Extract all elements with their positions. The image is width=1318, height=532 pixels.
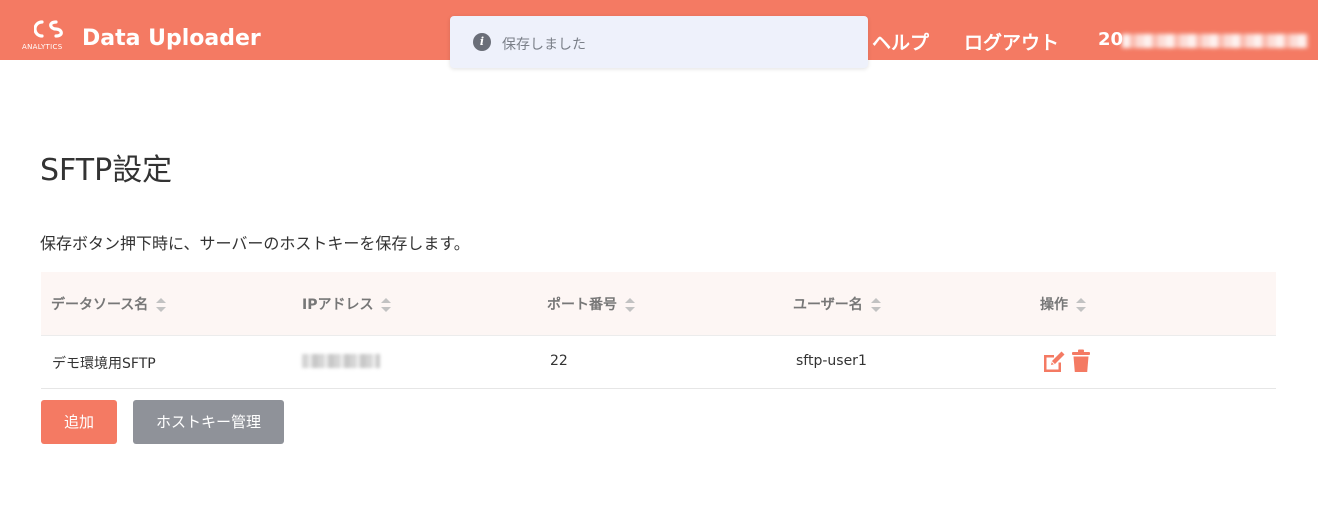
- column-header-datasource[interactable]: データソース名: [51, 294, 167, 314]
- user-account-name: 20: [1098, 29, 1124, 50]
- info-icon: i: [473, 33, 491, 51]
- host-key-management-button[interactable]: ホストキー管理: [133, 400, 284, 444]
- page-title: SFTP設定: [40, 153, 173, 188]
- nav-logout-link[interactable]: ログアウト: [964, 28, 1059, 55]
- analytics-logo-icon: [34, 20, 63, 38]
- edit-icon[interactable]: [1041, 349, 1065, 373]
- column-header-label: ポート番号: [547, 297, 617, 313]
- table-header: データソース名 IPアドレス ポート番号 ユーザー名 操作: [41, 272, 1276, 336]
- page-description: 保存ボタン押下時に、サーバーのホストキーを保存します。: [40, 234, 470, 253]
- app-title: Data Uploader: [82, 26, 261, 51]
- sort-icon[interactable]: [1076, 298, 1086, 312]
- column-header-ip[interactable]: IPアドレス: [302, 294, 392, 314]
- column-header-label: ユーザー名: [793, 297, 863, 313]
- brand-logo[interactable]: ANALYTICS: [22, 18, 76, 54]
- column-header-port[interactable]: ポート番号: [547, 294, 635, 314]
- trash-icon[interactable]: [1071, 349, 1091, 373]
- column-header-label: 操作: [1040, 297, 1068, 313]
- add-button[interactable]: 追加: [41, 400, 117, 444]
- redacted-user-name: [1122, 34, 1308, 48]
- logo-text: ANALYTICS: [22, 43, 63, 51]
- table-row: デモ環境用SFTP 22 sftp-user1: [41, 336, 1276, 389]
- sort-icon[interactable]: [381, 298, 392, 312]
- cell-ip-redacted: [302, 354, 380, 368]
- save-notification-toast: i 保存しました: [450, 16, 868, 68]
- column-header-label: IPアドレス: [302, 297, 374, 313]
- sort-icon[interactable]: [156, 298, 167, 312]
- sort-icon[interactable]: [625, 298, 635, 312]
- column-header-label: データソース名: [51, 297, 149, 313]
- toast-message: 保存しました: [502, 37, 586, 53]
- cell-datasource: デモ環境用SFTP: [52, 356, 156, 372]
- nav-help-link[interactable]: ヘルプ: [872, 28, 929, 55]
- cell-user: sftp-user1: [796, 353, 867, 369]
- column-header-actions[interactable]: 操作: [1040, 294, 1086, 314]
- column-header-user[interactable]: ユーザー名: [793, 294, 881, 314]
- sort-icon[interactable]: [870, 298, 881, 312]
- cell-port: 22: [550, 353, 568, 369]
